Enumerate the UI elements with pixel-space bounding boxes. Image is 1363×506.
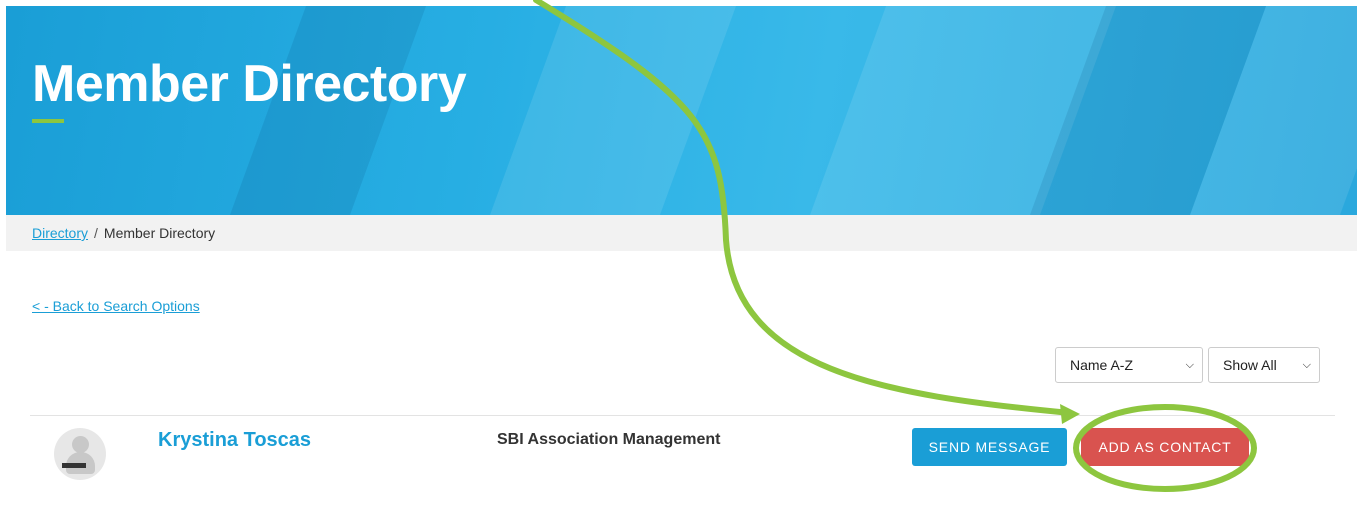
breadcrumb: Directory / Member Directory	[6, 215, 1357, 251]
show-select[interactable]: Show All ⌵	[1208, 347, 1320, 383]
breadcrumb-current: Member Directory	[103, 225, 216, 241]
breadcrumb-link-directory[interactable]: Directory	[32, 225, 88, 241]
sort-select-value: Name A-Z	[1070, 357, 1134, 373]
banner-stripe	[478, 6, 744, 215]
sort-select[interactable]: Name A-Z ⌵	[1055, 347, 1203, 383]
avatar-label-strip	[62, 463, 86, 468]
arrowhead-icon	[1060, 404, 1080, 424]
member-name-link[interactable]: Krystina Toscas	[158, 429, 311, 452]
member-organization: SBI Association Management	[497, 431, 721, 448]
send-message-button[interactable]: SEND MESSAGE	[912, 428, 1067, 466]
page-title: Member Directory	[32, 55, 467, 113]
back-to-search-link[interactable]: < - Back to Search Options	[32, 298, 200, 314]
add-as-contact-button[interactable]: ADD AS CONTACT	[1081, 428, 1249, 466]
title-underline	[32, 119, 64, 123]
chevron-down-icon: ⌵	[1185, 359, 1194, 371]
list-divider	[30, 415, 1335, 416]
breadcrumb-separator: /	[94, 225, 98, 241]
show-select-value: Show All	[1223, 357, 1277, 373]
chevron-down-icon: ⌵	[1302, 359, 1311, 371]
user-placeholder-icon	[72, 436, 89, 453]
avatar[interactable]	[54, 428, 106, 480]
hero-banner: Member Directory	[6, 6, 1357, 215]
